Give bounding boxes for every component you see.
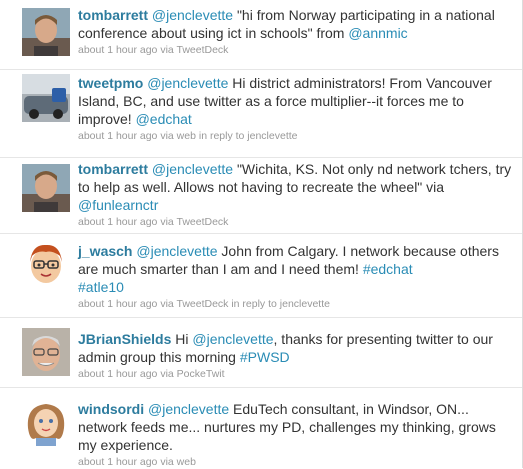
tweet-text: tombarrett @jenclevette "hi from Norway …	[78, 6, 514, 42]
screen-name-link[interactable]: JBrianShields	[78, 331, 171, 347]
avatar-cartoon-icon	[22, 240, 70, 288]
mention-link[interactable]: @edchat	[136, 111, 192, 127]
tweet-meta: about 1 hour ago via PockeTwit	[78, 368, 514, 381]
tweet-meta: about 1 hour ago via web	[78, 456, 514, 469]
mention-link[interactable]: @jenclevette	[152, 7, 233, 23]
screen-name-link[interactable]: tweetpmo	[78, 75, 143, 91]
tweet-meta: about 1 hour ago via TweetDeck	[78, 216, 514, 229]
reply-label: in reply to	[195, 130, 248, 142]
avatar-photo-icon	[22, 328, 70, 376]
timestamp-link[interactable]: about 1 hour ago	[78, 216, 157, 228]
reply-to-link[interactable]: jenclevette	[280, 298, 330, 310]
via-label: via	[157, 44, 177, 56]
via-label: via	[157, 368, 177, 380]
mention-link[interactable]: @annmic	[348, 25, 407, 41]
tweet-item: tombarrett @jenclevette "hi from Norway …	[0, 0, 522, 70]
hashtag-link[interactable]: #atle10	[78, 279, 124, 295]
tweet-text: JBrianShields Hi @jenclevette, thanks fo…	[78, 330, 514, 366]
tweet-text: tweetpmo @jenclevette Hi district admini…	[78, 74, 514, 128]
avatar-tombarrett[interactable]	[22, 8, 70, 56]
tweet-item: tombarrett @jenclevette "Wichita, KS. No…	[0, 158, 522, 234]
timestamp-link[interactable]: about 1 hour ago	[78, 298, 157, 310]
timestamp-link[interactable]: about 1 hour ago	[78, 44, 157, 56]
tweet-item: j_wasch @jenclevette John from Calgary. …	[0, 234, 522, 318]
tweet-meta: about 1 hour ago via web in reply to jen…	[78, 130, 514, 143]
mention-link[interactable]: @jenclevette	[148, 401, 229, 417]
source-link[interactable]: PockeTwit	[177, 368, 225, 380]
mention-link[interactable]: @jenclevette	[192, 331, 273, 347]
tweet-body: Hi	[171, 331, 193, 347]
via-label: via	[157, 130, 177, 142]
avatar-photo-icon	[22, 8, 70, 56]
tweet-item: tweetpmo @jenclevette Hi district admini…	[0, 70, 522, 158]
tweet-text: tombarrett @jenclevette "Wichita, KS. No…	[78, 160, 514, 214]
reply-label: in reply to	[228, 298, 280, 310]
avatar-photo-icon	[22, 74, 70, 122]
avatar-photo-icon	[22, 164, 70, 212]
via-label: via	[157, 298, 177, 310]
avatar-cartoon-icon	[22, 398, 70, 446]
tweet-item: JBrianShields Hi @jenclevette, thanks fo…	[0, 318, 522, 388]
source-link[interactable]: TweetDeck	[176, 44, 228, 56]
mention-link[interactable]: @jenclevette	[152, 161, 233, 177]
mention-link[interactable]: @funlearnctr	[78, 197, 158, 213]
avatar-jbrianshields[interactable]	[22, 328, 70, 376]
avatar-windsordi[interactable]	[22, 398, 70, 446]
timeline: tombarrett @jenclevette "hi from Norway …	[0, 0, 523, 468]
source-link[interactable]: web	[177, 456, 196, 468]
screen-name-link[interactable]: tombarrett	[78, 161, 148, 177]
timestamp-link[interactable]: about 1 hour ago	[78, 368, 157, 380]
reply-to-link[interactable]: jenclevette	[247, 130, 297, 142]
mention-link[interactable]: @jenclevette	[136, 243, 217, 259]
mention-link[interactable]: @jenclevette	[147, 75, 228, 91]
hashtag-link[interactable]: #edchat	[363, 261, 413, 277]
tweet-item: windsordi @jenclevette EduTech consultan…	[0, 388, 522, 468]
screen-name-link[interactable]: windsordi	[78, 401, 144, 417]
source-link[interactable]: TweetDeck	[176, 216, 228, 228]
via-label: via	[157, 456, 177, 468]
timestamp-link[interactable]: about 1 hour ago	[78, 130, 157, 142]
source-link[interactable]: web	[177, 130, 196, 142]
avatar-tombarrett[interactable]	[22, 164, 70, 212]
avatar-tweetpmo[interactable]	[22, 74, 70, 122]
screen-name-link[interactable]: j_wasch	[78, 243, 132, 259]
timestamp-link[interactable]: about 1 hour ago	[78, 456, 157, 468]
via-label: via	[157, 216, 177, 228]
avatar-j_wasch[interactable]	[22, 240, 70, 288]
tweet-text: j_wasch @jenclevette John from Calgary. …	[78, 242, 514, 296]
tweet-meta: about 1 hour ago via TweetDeck	[78, 44, 514, 57]
tweet-meta: about 1 hour ago via TweetDeck in reply …	[78, 298, 514, 311]
screen-name-link[interactable]: tombarrett	[78, 7, 148, 23]
source-link[interactable]: TweetDeck	[176, 298, 228, 310]
hashtag-link[interactable]: #PWSD	[240, 349, 290, 365]
tweet-text: windsordi @jenclevette EduTech consultan…	[78, 400, 514, 454]
